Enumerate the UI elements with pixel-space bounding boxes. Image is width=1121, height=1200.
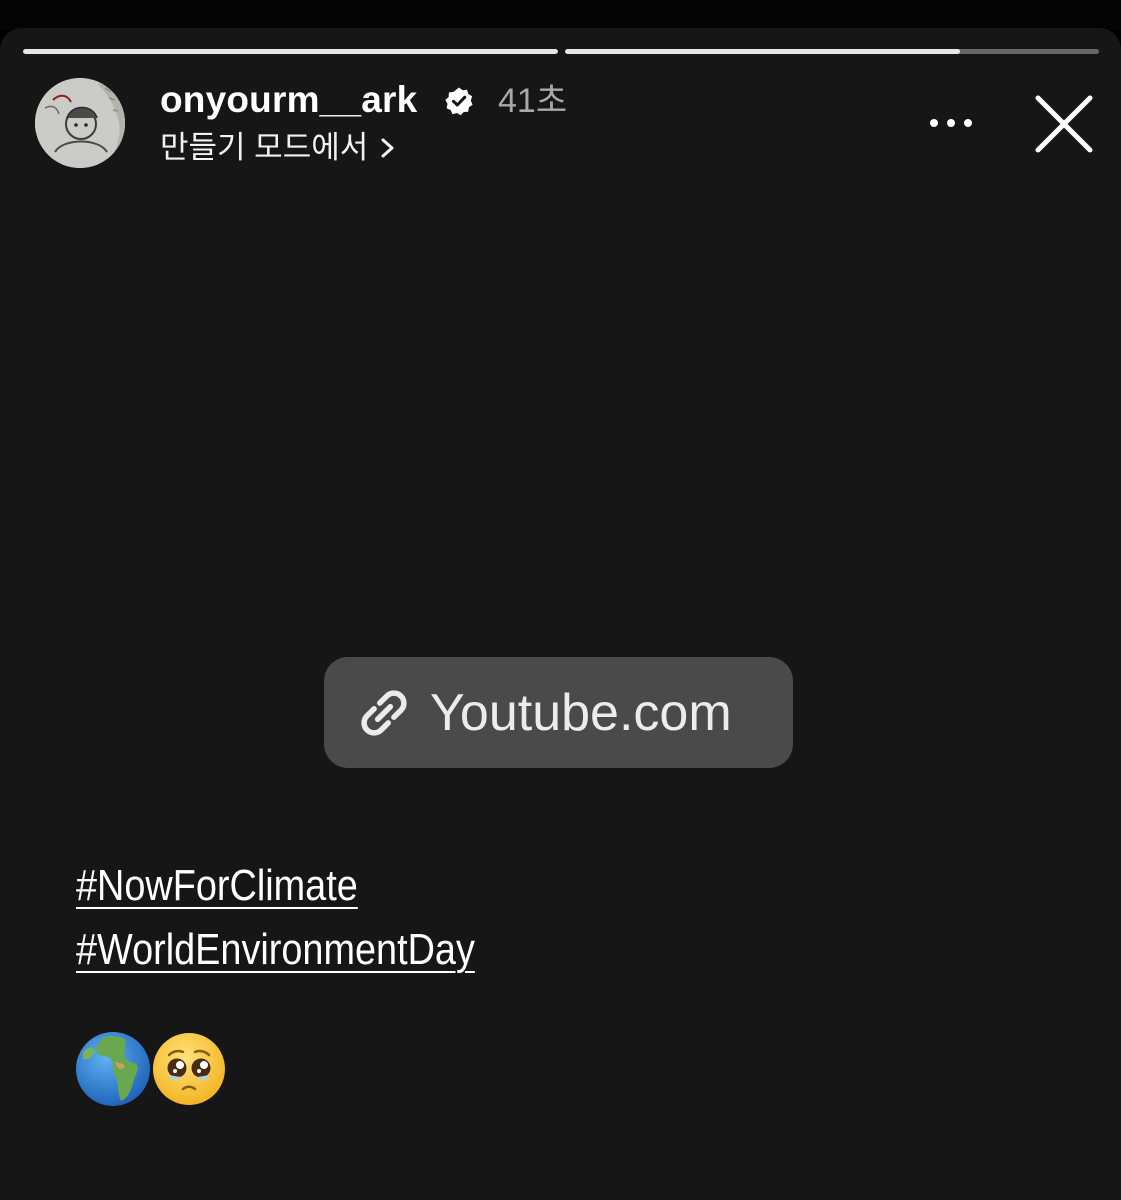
story-progress-segment-1 <box>23 49 558 54</box>
globe-emoji <box>76 1032 150 1106</box>
avatar-illustration <box>35 78 125 168</box>
close-icon[interactable] <box>1034 94 1094 154</box>
story-progress-fill-2 <box>565 49 961 54</box>
top-strip <box>0 0 1121 30</box>
hashtag-now-for-climate[interactable]: #NowForClimate <box>76 858 358 914</box>
story-frame[interactable] <box>0 28 1121 1200</box>
story-progress-segment-2 <box>565 49 1099 54</box>
avatar[interactable] <box>35 78 125 168</box>
verified-badge-icon <box>445 87 473 116</box>
link-sticker-label: Youtube.com <box>430 683 732 742</box>
hashtag-world-environment-day[interactable]: #WorldEnvironmentDay <box>76 922 475 978</box>
link-icon <box>361 689 407 736</box>
pleading-face-emoji <box>153 1033 225 1105</box>
chevron-right-icon <box>381 138 394 158</box>
creation-mode-link[interactable]: 만들기 모드에서 <box>160 126 398 170</box>
creation-mode-label: 만들기 모드에서 <box>160 130 369 165</box>
username[interactable]: onyourm__ark <box>160 78 417 122</box>
link-sticker[interactable]: Youtube.com <box>324 657 793 768</box>
more-options-icon[interactable] <box>926 108 976 138</box>
post-timestamp: 41초 <box>498 82 568 120</box>
story-progress-fill-1 <box>23 49 558 54</box>
